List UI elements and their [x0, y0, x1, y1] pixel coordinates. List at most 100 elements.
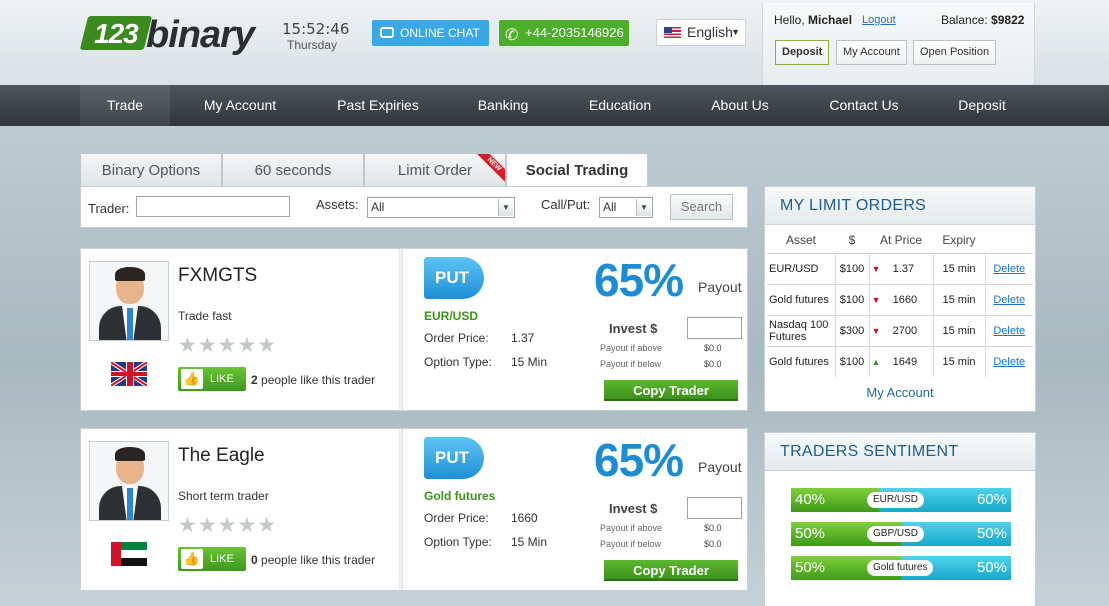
- logo-word: binary: [146, 14, 255, 56]
- trader-card: The Eagle Short term trader ★★★★★ 👍 LIKE…: [80, 428, 748, 591]
- search-button[interactable]: Search: [670, 194, 733, 220]
- avatar: [89, 441, 169, 521]
- tab-60-seconds[interactable]: 60 seconds: [222, 153, 364, 187]
- open-position-button[interactable]: Open Position: [913, 40, 997, 65]
- trader-name[interactable]: The Eagle: [178, 445, 265, 467]
- nav-deposit[interactable]: Deposit: [940, 85, 1024, 126]
- cell-expiry: 15 min: [933, 314, 986, 346]
- my-account-button[interactable]: My Account: [836, 40, 907, 65]
- cell-price: ▼ 2700: [869, 314, 934, 346]
- filter-bar: Trader: Assets: All ▼ Call/Put: All ▼ Se…: [80, 186, 748, 228]
- order-price-value: 1.37: [511, 331, 535, 345]
- table-row: Gold futures $100 ▼ 1660 15 min Delete: [767, 283, 1033, 315]
- invest-input[interactable]: [687, 497, 742, 519]
- greeting-prefix: Hello,: [774, 13, 805, 27]
- nav-education[interactable]: Education: [570, 85, 670, 126]
- header: 123 binary 15:52:46 Thursday ONLINE CHAT…: [0, 0, 1109, 85]
- trader-label: Trader:: [88, 201, 130, 216]
- cell-expiry: 15 min: [933, 252, 986, 284]
- cell-expiry: 15 min: [933, 345, 986, 377]
- nav-past-expiries[interactable]: Past Expiries: [318, 85, 438, 126]
- logo[interactable]: 123 binary: [79, 14, 255, 58]
- trader-description: Trade fast: [178, 309, 232, 323]
- delete-link[interactable]: Delete: [985, 345, 1033, 377]
- nav-banking[interactable]: Banking: [458, 85, 548, 126]
- col-asset: Asset: [767, 227, 835, 254]
- cell-asset: Nasdaq 100 Futures: [767, 314, 836, 346]
- payout-below-value: $0.0: [704, 359, 722, 369]
- nav-my-account[interactable]: My Account: [185, 85, 295, 126]
- cell-price-value: 1649: [892, 355, 918, 368]
- order-price-label: Order Price:: [424, 331, 489, 345]
- like-button[interactable]: 👍 LIKE: [178, 367, 246, 391]
- nav-trade[interactable]: Trade: [80, 85, 170, 126]
- like-count-suffix: people like this trader: [261, 373, 376, 387]
- nav-contact-us[interactable]: Contact Us: [810, 85, 918, 126]
- trader-name[interactable]: FXMGTS: [178, 265, 257, 287]
- asset-name: EUR/USD: [424, 309, 479, 323]
- new-badge-text: NEW: [477, 154, 505, 182]
- col-action: [985, 227, 1033, 254]
- uae-flag-icon: [111, 542, 147, 566]
- arrow-up-icon: ▲: [871, 356, 881, 367]
- clock-day: Thursday: [286, 38, 338, 52]
- nav-about-us[interactable]: About Us: [695, 85, 785, 126]
- payout-above-value: $0.0: [704, 343, 722, 353]
- cell-asset: Gold futures: [767, 283, 836, 315]
- language-select[interactable]: English ▼: [656, 19, 746, 46]
- chevron-down-icon: ▼: [731, 27, 740, 37]
- like-count: 2 people like this trader: [251, 373, 375, 387]
- payout-below-label: Payout if below: [600, 539, 662, 549]
- order-price-label: Order Price:: [424, 511, 489, 525]
- table-row: EUR/USD $100 ▼ 1.37 15 min Delete: [767, 252, 1033, 284]
- card-divider: [399, 429, 403, 590]
- delete-link[interactable]: Delete: [985, 314, 1033, 346]
- clock-time: 15:52:46: [282, 20, 350, 38]
- payout-label: Payout: [698, 279, 742, 295]
- cell-amount: $100: [835, 283, 870, 315]
- rating-stars[interactable]: ★★★★★: [178, 513, 277, 538]
- payout-label: Payout: [698, 459, 742, 475]
- cell-price: ▼ 1.37: [869, 252, 934, 284]
- invest-label: Invest $: [609, 321, 658, 336]
- assets-select[interactable]: All ▼: [367, 197, 515, 218]
- trader-description: Short term trader: [178, 489, 269, 503]
- delete-link[interactable]: Delete: [985, 252, 1033, 284]
- sentiment-row: 50% 50% Gold futures: [791, 556, 1011, 580]
- invest-input[interactable]: [687, 317, 742, 339]
- online-chat-button[interactable]: ONLINE CHAT: [372, 20, 489, 46]
- tab-binary-options[interactable]: Binary Options: [80, 153, 222, 187]
- tab-limit-order[interactable]: Limit Order NEW: [364, 153, 506, 187]
- rating-stars[interactable]: ★★★★★: [178, 333, 277, 358]
- col-amount: $: [835, 227, 869, 254]
- logout-link[interactable]: Logout: [862, 14, 896, 26]
- tab-social-trading[interactable]: Social Trading: [506, 153, 648, 188]
- copy-trader-button[interactable]: Copy Trader: [604, 560, 738, 581]
- cell-asset: EUR/USD: [767, 252, 836, 284]
- like-count-suffix: people like this trader: [261, 553, 376, 567]
- language-value: English: [687, 24, 733, 40]
- delete-link[interactable]: Delete: [985, 283, 1033, 315]
- clock: 15:52:46 Thursday: [282, 20, 350, 52]
- sentiment-title: TRADERS SENTIMENT: [765, 433, 1035, 471]
- phone-button[interactable]: ✆ +44-2035146926: [499, 20, 629, 46]
- online-chat-label: ONLINE CHAT: [400, 26, 480, 40]
- sentiment-row: 50% 50% GBP/USD: [791, 522, 1011, 546]
- put-badge: PUT: [424, 437, 484, 479]
- option-type-value: 15 Min: [511, 355, 548, 369]
- avatar: [89, 261, 169, 341]
- card-divider: [399, 249, 403, 410]
- like-button[interactable]: 👍 LIKE: [178, 547, 246, 571]
- greeting: Hello, Michael: [774, 13, 852, 27]
- trader-input[interactable]: [136, 196, 290, 217]
- callput-select[interactable]: All ▼: [599, 197, 653, 218]
- payout-above-label: Payout if above: [600, 343, 663, 353]
- limit-orders-table: Asset $ At Price Expiry EUR/USD $100 ▼ 1…: [767, 227, 1033, 377]
- tab-limit-order-label: Limit Order: [397, 162, 473, 179]
- option-type-label: Option Type:: [424, 535, 492, 549]
- limit-orders-panel: MY LIMIT ORDERS Asset $ At Price Expiry …: [764, 186, 1036, 412]
- copy-trader-button[interactable]: Copy Trader: [604, 380, 738, 401]
- invest-label: Invest $: [609, 501, 658, 516]
- deposit-button[interactable]: Deposit: [775, 40, 830, 65]
- my-account-link[interactable]: My Account: [765, 385, 1035, 400]
